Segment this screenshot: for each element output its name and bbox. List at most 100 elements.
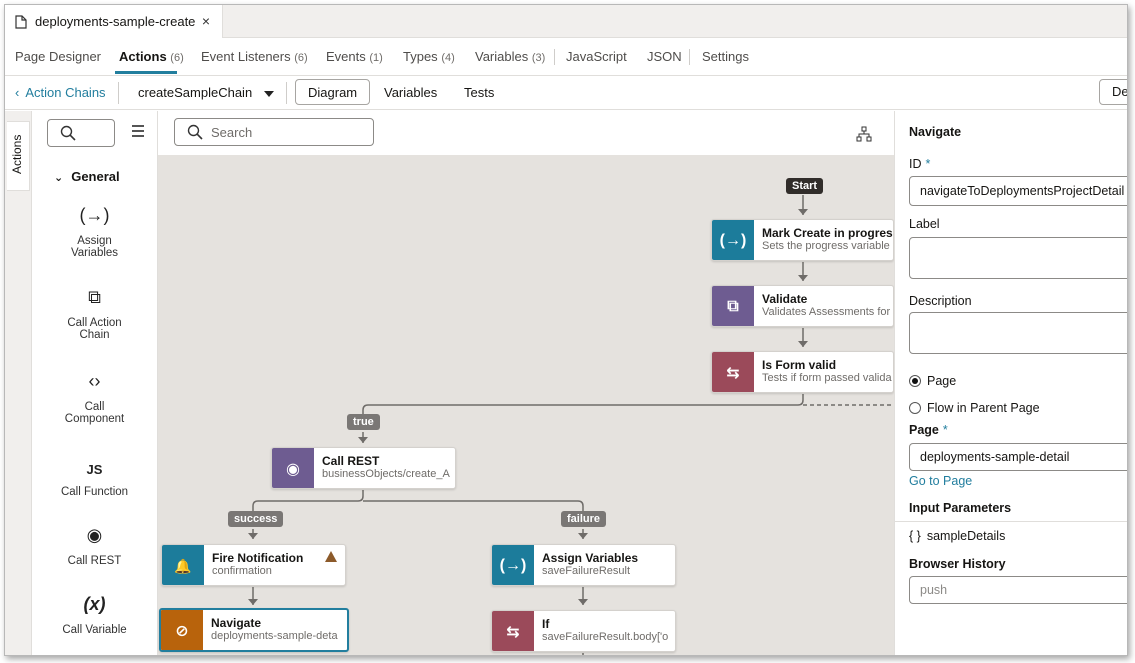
action-chain-toolbar: ‹ Action Chains createSampleChain Diagram… xyxy=(5,76,1127,110)
node-subtitle: businessObjects/create_A xyxy=(322,468,450,480)
node-subtitle: saveFailureResult.body['o xyxy=(542,631,669,643)
palette-group-general[interactable]: ⌄ General xyxy=(54,169,120,184)
palette-item-call-action-chain[interactable]: ⧉ Call Action Chain xyxy=(32,287,157,341)
browser-history-field[interactable]: push xyxy=(909,576,1127,604)
start-label: Start xyxy=(786,178,824,194)
palette-item-label: Assign xyxy=(77,235,112,247)
palette-item-call-variable[interactable]: (x) Call Variable xyxy=(32,594,157,636)
required-mark: * xyxy=(925,157,931,171)
tab-variables[interactable]: Variables (3) xyxy=(475,49,545,64)
assign-variables-icon: (→) xyxy=(79,205,110,225)
description-field[interactable] xyxy=(909,312,1127,354)
tab-actions[interactable]: Actions (6) xyxy=(119,49,184,64)
palette-item-call-component[interactable]: ‹› Call Component xyxy=(32,371,157,425)
node-title: Validate xyxy=(762,292,808,306)
action-node-call-rest[interactable]: ◉ Call REST businessObjects/create_A xyxy=(271,447,456,489)
go-to-page-link[interactable]: Go to Page xyxy=(909,474,972,488)
tab-json[interactable]: JSON xyxy=(647,49,682,64)
tab-count: (1) xyxy=(369,52,383,64)
file-tab-bar: deployments-sample-create × xyxy=(5,5,1127,38)
file-tab[interactable]: deployments-sample-create × xyxy=(5,5,223,38)
tab-label: JSON xyxy=(647,49,682,64)
page-radio-label: Page xyxy=(927,374,957,388)
palette-item-label: Component xyxy=(64,413,125,425)
page-radio[interactable] xyxy=(909,375,921,387)
action-node-if[interactable]: ⇆ If saveFailureResult.body['o xyxy=(491,610,676,652)
flow-in-parent-page-radio[interactable] xyxy=(909,402,921,414)
side-tab-label: Actions xyxy=(10,134,24,174)
page-icon xyxy=(15,14,27,29)
toolbar-right-button[interactable]: De xyxy=(1099,79,1127,105)
tab-label: Variables xyxy=(475,49,529,64)
call-action-chain-icon: ⧉ xyxy=(88,287,101,307)
tests-view-button[interactable]: Tests xyxy=(452,79,506,105)
node-subtitle: Tests if form passed valida xyxy=(762,372,892,384)
chain-name: createSampleChain xyxy=(138,85,253,100)
designer-tabs: Page Designer Actions (6) Event Listener… xyxy=(5,38,1127,76)
id-field[interactable]: navigateToDeploymentsProjectDetail xyxy=(909,176,1127,206)
description-label: Description xyxy=(909,294,972,308)
call-component-icon: ‹› xyxy=(88,371,101,391)
chain-selector[interactable]: createSampleChain xyxy=(138,85,275,100)
actions-palette: ⌄ General (→) Assign Variables ⧉ Call Acti… xyxy=(32,111,158,655)
node-subtitle: confirmation xyxy=(212,565,272,577)
palette-item-label: Call Function xyxy=(60,486,129,498)
file-tab-name: deployments-sample-create xyxy=(35,14,196,29)
divider xyxy=(895,521,1127,522)
call-variable-icon: (x) xyxy=(83,594,106,614)
palette-item-call-function[interactable]: JS Call Function xyxy=(32,456,157,498)
node-title: Navigate xyxy=(211,616,262,630)
palette-search-input[interactable] xyxy=(47,119,115,147)
page-label: Page * xyxy=(909,423,948,437)
tab-settings[interactable]: Settings xyxy=(702,49,749,64)
object-braces-icon: { } xyxy=(909,529,921,543)
assign-variables-icon: (→) xyxy=(712,220,754,260)
divider xyxy=(118,82,119,104)
branch-label-failure: failure xyxy=(561,511,607,527)
tab-event-listeners[interactable]: Event Listeners (6) xyxy=(201,49,308,64)
page-field[interactable]: deployments-sample-detail xyxy=(909,443,1127,471)
variables-view-button[interactable]: Variables xyxy=(372,79,449,105)
flow-radio-label: Flow in Parent Page xyxy=(927,401,1040,415)
action-node-assign-variables[interactable]: (→) Assign Variables saveFailureResult xyxy=(491,544,676,586)
bell-icon: 🔔 xyxy=(162,545,204,585)
node-title: Call REST xyxy=(322,454,380,468)
if-branch-icon: ⇆ xyxy=(492,611,534,651)
warning-icon xyxy=(325,551,337,562)
chevron-down-icon xyxy=(264,90,275,97)
node-title: Fire Notification xyxy=(212,551,304,565)
action-node-validate[interactable]: ⧉ Validate Validates Assessments for xyxy=(711,285,894,327)
divider xyxy=(286,82,287,104)
tab-events[interactable]: Events (1) xyxy=(326,49,383,64)
tab-count: (3) xyxy=(531,52,546,64)
action-node-fire-notification[interactable]: 🔔 Fire Notification confirmation xyxy=(161,544,346,586)
label-label: Label xyxy=(909,217,940,231)
action-node-navigate[interactable]: ⊘ Navigate deployments-sample-deta xyxy=(159,608,349,652)
palette-item-label: Call Variable xyxy=(62,624,127,636)
diagram-canvas[interactable]: Search Start (→) Mark Create in progress… xyxy=(158,111,894,655)
tab-types[interactable]: Types (4) xyxy=(403,49,455,64)
close-icon[interactable]: × xyxy=(202,13,210,29)
palette-item-assign-variables[interactable]: (→) Assign Variables xyxy=(32,205,157,259)
tab-page-designer[interactable]: Page Designer xyxy=(15,49,101,64)
node-title: Is Form valid xyxy=(762,358,837,372)
properties-title: Navigate xyxy=(909,125,962,139)
action-node-mark-create[interactable]: (→) Mark Create in progress Sets the pro… xyxy=(711,219,894,261)
palette-item-label: Call Action xyxy=(67,317,122,329)
hamburger-menu-icon[interactable] xyxy=(132,125,144,140)
id-label: ID * xyxy=(909,157,930,171)
palette-item-call-rest[interactable]: ◉ Call REST xyxy=(32,525,157,567)
input-parameter-row[interactable]: { } sampleDetails xyxy=(909,529,1005,543)
palette-item-label: Call REST xyxy=(67,555,122,567)
active-tab-indicator xyxy=(115,71,177,74)
actions-side-tab[interactable]: Actions xyxy=(7,121,30,191)
node-title: Mark Create in progress xyxy=(762,226,894,240)
back-to-action-chains-link[interactable]: ‹ Action Chains xyxy=(15,85,106,100)
action-node-is-form-valid[interactable]: ⇆ Is Form valid Tests if form passed val… xyxy=(711,351,894,393)
required-mark: * xyxy=(942,423,948,437)
tab-count: (6) xyxy=(294,52,308,64)
diagram-view-button[interactable]: Diagram xyxy=(295,79,371,105)
input-parameters-label: Input Parameters xyxy=(909,501,1012,515)
label-field[interactable] xyxy=(909,237,1127,279)
tab-javascript[interactable]: JavaScript xyxy=(566,49,627,64)
